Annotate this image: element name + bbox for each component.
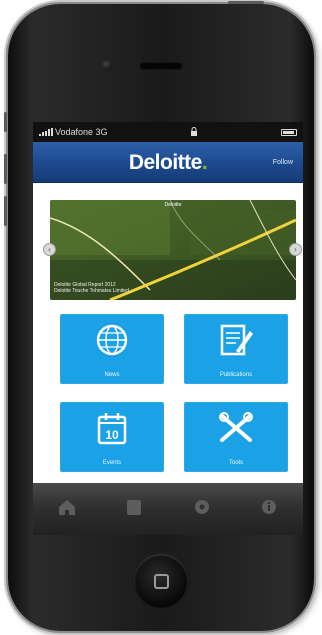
logo-dot: . [201,151,208,174]
tile-news-label: News [104,372,120,378]
signal-icon [39,128,53,136]
home-button-square-icon [153,573,169,589]
banner-map-image[interactable]: Deloitte Deloitte Global Report 2012 Del… [50,200,296,300]
sleep-button [228,1,264,4]
tools-icon [184,411,288,445]
tile-publications[interactable]: Publications [184,314,288,384]
tile-events-label: Events [102,460,122,466]
volume-up-button [4,154,7,184]
banner-caption: Deloitte [164,202,182,208]
calendar-day: 10 [105,428,119,442]
lock-icon [190,126,198,138]
banner-note: Deloitte Global Report 2012 Deloitte Tou… [54,282,129,294]
tab-bookmark[interactable] [114,489,154,529]
chevron-right-icon[interactable]: › [289,243,302,256]
home-content: Deloitte Deloitte Global Report 2012 Del… [33,183,303,483]
tab-bar [33,483,303,535]
logo-text: Deloitte [128,151,203,174]
document-edit-icon [184,323,288,357]
settings-icon [192,497,212,522]
tab-settings[interactable] [182,489,222,529]
home-button[interactable] [134,554,188,608]
info-icon [259,497,279,522]
follow-button[interactable]: Follow [273,159,293,166]
front-camera [102,60,112,70]
screen: Vodafone 3G Deloitte. Follow Deloitte De… [33,122,303,535]
home-icon [57,497,77,522]
calendar-icon: 10 [60,411,164,445]
tile-news[interactable]: News [60,314,164,384]
status-left: Vodafone 3G [39,127,108,137]
tile-tools-label: Tools [228,460,243,466]
brand-logo: Deloitte. [33,151,303,175]
earpiece-speaker [139,62,183,70]
bookmark-icon [124,497,144,522]
status-bar: Vodafone 3G [33,122,303,142]
phone-frame: Vodafone 3G Deloitte. Follow Deloitte De… [4,1,314,631]
tab-home[interactable] [47,489,87,529]
tab-info[interactable] [249,489,289,529]
globe-icon [60,323,164,357]
battery-icon [280,128,297,136]
tile-events[interactable]: 10 Events [60,402,164,472]
tile-tools[interactable]: Tools [184,402,288,472]
nav-bar: Deloitte. Follow [33,142,303,183]
tile-publications-label: Publications [219,372,253,378]
volume-down-button [4,196,7,226]
chevron-left-icon[interactable]: ‹ [43,243,56,256]
carrier-label: Vodafone 3G [55,127,108,137]
mute-switch [4,112,7,132]
